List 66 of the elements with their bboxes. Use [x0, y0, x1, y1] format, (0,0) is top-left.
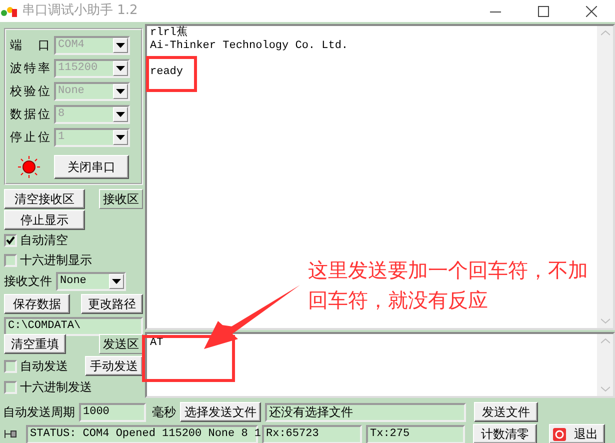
checkbox-label: 十六进制发送: [20, 380, 92, 395]
scroll-down-icon[interactable]: [600, 386, 610, 392]
receive-area-label: 接收区: [99, 189, 143, 209]
pin-icon: [3, 428, 19, 440]
manual-send-button[interactable]: 手动发送: [85, 356, 143, 376]
unit-label: 毫秒: [152, 404, 176, 420]
field-label: 端 口: [10, 38, 50, 53]
caret-icon: [116, 134, 125, 140]
received-line: Ai-Thinker Technology Co. Ltd.: [149, 40, 350, 53]
app-icon: [0, 4, 18, 18]
field-label: 停止位: [10, 130, 50, 145]
received-line: ready: [149, 66, 184, 79]
dropdown: None: [54, 82, 130, 101]
stop-display-button[interactable]: 停止显示: [4, 210, 85, 230]
send-file-button[interactable]: 发送文件: [474, 402, 538, 422]
check-icon: [6, 236, 15, 245]
field-label: 接收文件: [4, 274, 52, 289]
caret-icon: [116, 42, 125, 48]
checkbox[interactable]: [4, 381, 17, 394]
status-field: STATUS: COM4 Opened 115200 None 8 1: [26, 424, 258, 443]
scrollbar[interactable]: [597, 26, 613, 328]
checkbox-label: 自动清空: [20, 233, 68, 248]
dropdown[interactable]: None: [56, 272, 126, 291]
dropdown: 1: [54, 128, 130, 147]
caret-icon: [116, 66, 125, 72]
dropdown: 8: [54, 105, 130, 124]
period-field[interactable]: 1000: [79, 402, 146, 422]
change-path-button[interactable]: 更改路径: [81, 294, 143, 314]
file-field: 还没有选择文件: [265, 402, 466, 422]
clear-refill-button[interactable]: 清空重填: [4, 334, 66, 354]
rx-counter: Rx:65723: [262, 424, 362, 443]
checkbox[interactable]: [4, 234, 17, 247]
scroll-up-icon[interactable]: [600, 338, 610, 344]
window-title: 串口调试小助手 1.2: [22, 3, 138, 19]
scroll-up-icon[interactable]: [600, 30, 610, 36]
tx-counter: Tx:275: [366, 424, 465, 443]
exit-button[interactable]: 退出: [549, 424, 605, 443]
save-data-button[interactable]: 保存数据: [4, 294, 70, 314]
reset-count-button[interactable]: 计数清零: [473, 424, 537, 443]
close-icon[interactable]: [586, 6, 596, 16]
received-line: rlrl蕉: [149, 27, 188, 40]
caret-icon: [116, 88, 125, 94]
send-area-label: 发送区: [99, 334, 143, 354]
input-field[interactable]: AT: [145, 332, 615, 398]
highlight-box: [146, 56, 197, 92]
checkbox-label: 自动发送: [20, 358, 68, 374]
checkbox-label: 十六进制显示: [20, 253, 92, 268]
clear-receive-button[interactable]: 清空接收区: [4, 189, 85, 209]
dropdown: COM4: [54, 36, 130, 55]
power-icon: [553, 428, 566, 440]
path-field: C:\COMDATA\: [4, 317, 143, 336]
field-label: 数据位: [10, 107, 50, 122]
open-close-button[interactable]: 关闭串口: [54, 155, 129, 179]
field-label: 校验位: [10, 84, 50, 99]
choose-file-button[interactable]: 选择发送文件: [180, 402, 261, 422]
checkbox[interactable]: [4, 360, 17, 372]
checkbox[interactable]: [4, 254, 17, 267]
annotation-text: 这里发送要加一个回车符，不加回车符，就没有反应: [308, 257, 589, 314]
maximize-icon[interactable]: [538, 6, 548, 16]
caret-icon: [112, 278, 121, 284]
scrollbar[interactable]: [597, 334, 613, 396]
dropdown: 115200: [54, 59, 130, 78]
field-label: 波特率: [10, 61, 50, 76]
period-label: 自动发送周期: [3, 404, 75, 420]
scroll-down-icon[interactable]: [600, 318, 610, 324]
caret-icon: [116, 112, 125, 118]
